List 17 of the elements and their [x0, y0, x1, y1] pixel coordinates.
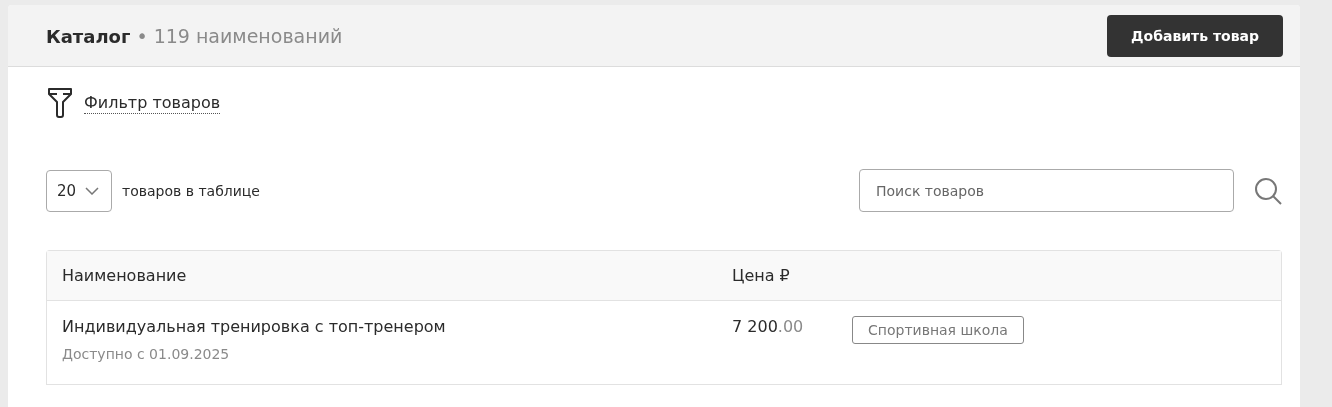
product-price: 7 200.00	[732, 317, 804, 336]
product-name: Индивидуальная тренировка с топ-тренером	[62, 317, 446, 336]
category-tag: Спортивная школа	[852, 316, 1024, 344]
search-field[interactable]: Поиск товаров	[859, 169, 1234, 212]
product-filter-link[interactable]: Фильтр товаров	[84, 92, 221, 114]
catalog-title: Каталог	[46, 25, 131, 47]
item-count: 119 наименований	[153, 24, 343, 47]
add-product-button[interactable]: Добавить товар	[1107, 14, 1283, 57]
search-icon[interactable]	[1254, 176, 1282, 205]
page-size-select[interactable]: 20	[46, 169, 112, 212]
page-size-label: товаров в таблице	[122, 182, 260, 199]
chevron-down-icon	[85, 186, 99, 195]
separator-dot: •	[136, 24, 148, 47]
column-header: Цена ₽	[732, 266, 790, 285]
availability-date: Доступно с 01.09.2025	[62, 346, 230, 362]
filter-icon[interactable]	[46, 87, 74, 119]
column-header: Наименование	[62, 266, 187, 285]
